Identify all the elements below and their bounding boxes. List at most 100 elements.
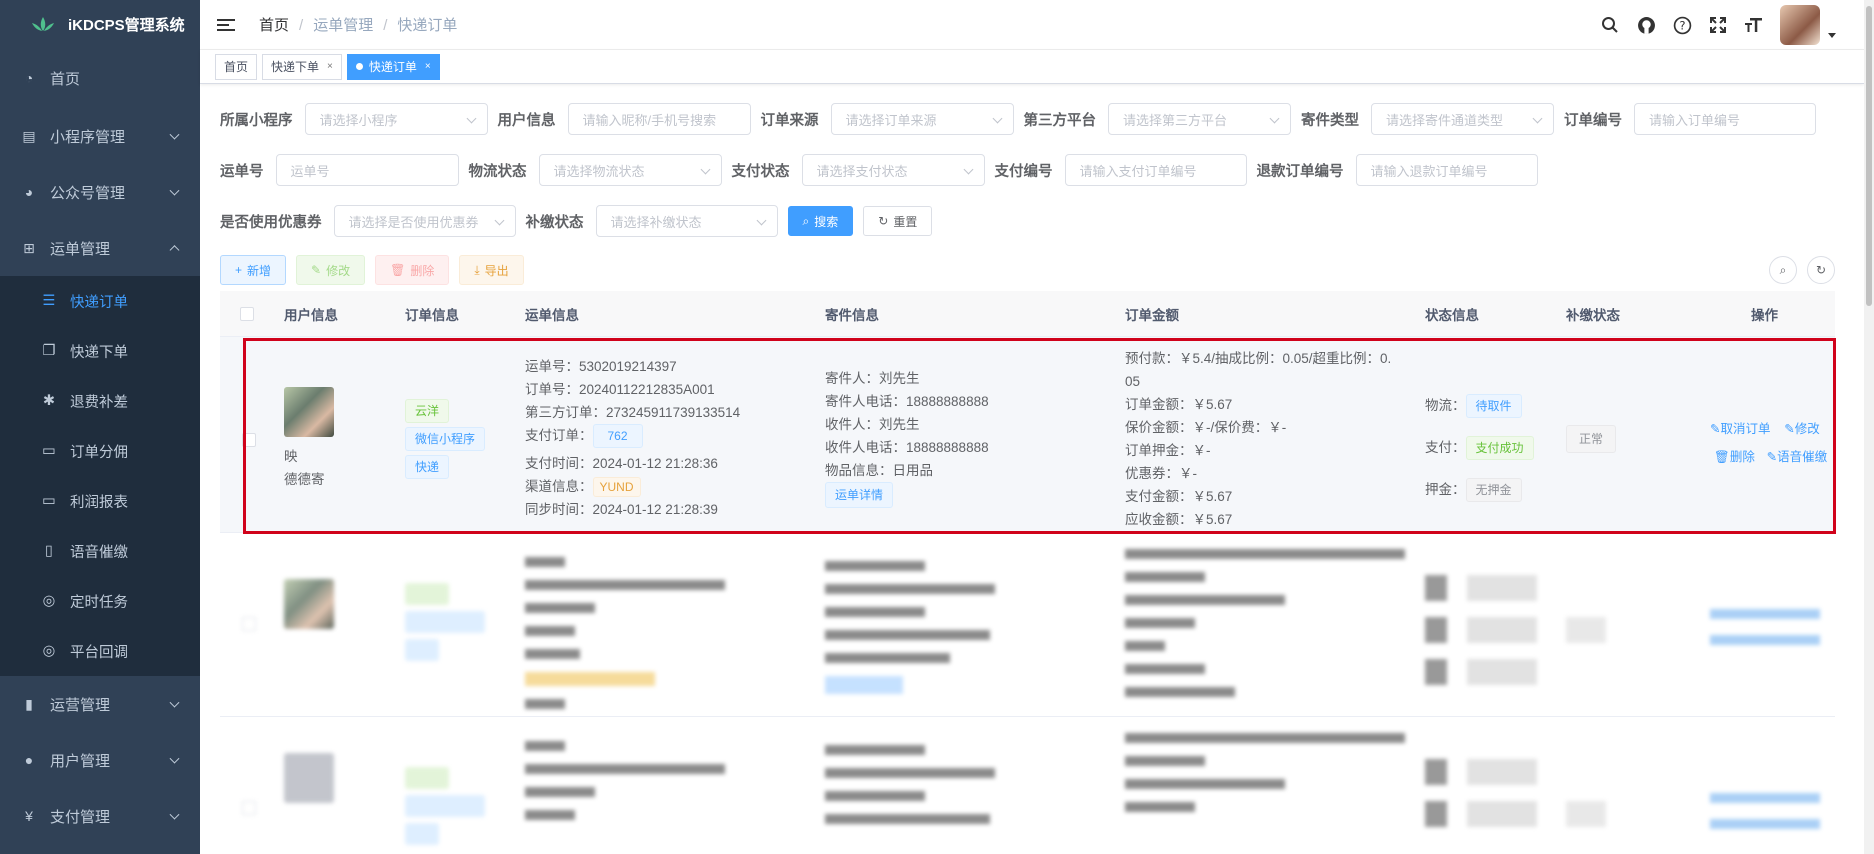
cancel-order-link[interactable]: ✎取消订单 [1710,422,1771,436]
sidebar-item-miniprogram[interactable]: ▤ 小程序管理 [0,108,200,164]
user-avatar[interactable] [1780,5,1820,45]
edit-button[interactable]: ✎ 修改 [296,255,366,285]
delete-button[interactable]: 🗑 删除 [375,255,450,285]
wechat-icon: ◕ [24,184,34,200]
supplement-select[interactable]: 请选择补缴状态 [595,205,778,237]
supplement-status: 正常 [1566,425,1617,453]
edit-order-link[interactable]: ✎修改 [1784,422,1820,436]
select-all-checkbox[interactable] [240,307,254,321]
sidebar: iKDCPS管理系统 ◔ 首页 ▤ 小程序管理 ◕ 公众号管理 ⊞ 运单管理 ☰… [0,0,200,854]
toggle-search-button[interactable]: ⌕ [1769,256,1797,284]
filter-label: 订单来源 [760,112,819,129]
table-row[interactable] [220,537,1835,717]
waybill-input[interactable]: 运单号 [275,154,459,186]
row-checkbox[interactable] [242,801,256,815]
refresh-button[interactable]: ↻ [1807,256,1835,284]
refund-no-input[interactable]: 请输入退款订单编号 [1355,154,1538,186]
breadcrumb-home[interactable]: 首页 [259,17,289,34]
search-button[interactable]: ⌕ 搜索 [787,206,854,236]
fullscreen-icon[interactable] [1708,15,1728,35]
filter-label: 退款订单编号 [1256,163,1344,180]
breadcrumb-waybill[interactable]: 运单管理 [313,17,373,34]
sidebar-item-callback[interactable]: ◎ 平台回调 [0,626,200,676]
filter-label: 支付编号 [994,163,1053,180]
filter-label: 支付状态 [731,163,790,180]
placeholder-waybill [525,735,725,833]
send-type-select[interactable]: 请选择寄件通道类型 [1371,103,1554,135]
sidebar-item-waybill[interactable]: ⊞ 运单管理 [0,220,200,276]
order-info: 云洋 微信小程序 快递 [405,397,486,481]
type-tag: 快递 [405,455,450,479]
sidebar-item-payment[interactable]: ¥ 支付管理 [0,788,200,844]
filter-label: 补缴状态 [525,214,584,231]
app-logo[interactable]: iKDCPS管理系统 [0,0,200,48]
row-checkbox[interactable] [242,433,256,447]
platform-select[interactable]: 请选择第三方平台 [1108,103,1291,135]
github-icon[interactable] [1636,15,1656,35]
sidebar-item-label: 快递下单 [70,344,128,361]
sidebar-item-commission[interactable]: ▭ 订单分佣 [0,426,200,476]
scrollbar-thumb[interactable] [1866,6,1872,306]
toolbar: + 新增 ✎ 修改 🗑 删除 ⤓ 导出 [220,255,534,285]
delete-order-link[interactable]: 🗑删除 [1714,450,1755,464]
font-size-icon[interactable] [1744,15,1764,35]
sidebar-item-label: 快递订单 [70,294,128,311]
sidebar-item-express-create[interactable]: ❐ 快递下单 [0,326,200,376]
sidebar-item-timer[interactable]: ◎ 定时任务 [0,576,200,626]
user-search-input[interactable]: 请输入昵称/手机号搜索 [567,103,751,135]
search-icon: ⌕ [1779,262,1787,277]
table-row[interactable]: 映 德德寄 云洋 微信小程序 快递 运单号：5302019214397 订单号：… [220,337,1835,533]
column-header: 运单信息 [525,307,579,323]
table-row[interactable] [220,721,1835,854]
logistics-select[interactable]: 请选择物流状态 [538,154,722,186]
filter-label: 是否使用优惠券 [220,214,322,231]
close-icon[interactable]: × [327,61,333,72]
voice-reminder-link[interactable]: ✎语音催缴 [1767,450,1828,464]
waybill-detail-button[interactable]: 运单详情 [825,482,894,508]
question-icon[interactable]: ? [1672,15,1692,35]
sidebar-item-label: 利润报表 [70,494,128,511]
sidebar-item-profit[interactable]: ▭ 利润报表 [0,476,200,526]
order-no-input[interactable]: 请输入订单编号 [1634,103,1816,135]
filter-label: 所属小程序 [220,112,293,129]
active-dot-icon [355,63,363,70]
export-button[interactable]: ⤓ 导出 [459,255,524,285]
page-scrollbar[interactable] [1864,0,1874,854]
sidebar-item-home[interactable]: ◔ 首页 [0,48,200,108]
sidebar-item-refund[interactable]: ✱ 退费补差 [0,376,200,426]
add-button[interactable]: + 新增 [220,255,287,285]
tag-express-create[interactable]: 快递下单 × [262,53,342,80]
column-header: 用户信息 [284,307,338,323]
reset-button[interactable]: ↻ 重置 [863,206,933,236]
row-checkbox[interactable] [242,617,256,631]
sidebar-item-label: 用户管理 [50,752,111,770]
source-select[interactable]: 请选择订单来源 [830,103,1014,135]
tag-express-orders[interactable]: 快递订单 × [346,53,440,80]
sidebar-item-express-orders[interactable]: ☰ 快递订单 [0,276,200,326]
search-icon[interactable] [1600,15,1620,35]
miniprogram-select[interactable]: 请选择小程序 [304,103,488,135]
edit-icon: ✎ [1710,422,1721,436]
sidebar-item-wechat[interactable]: ◕ 公众号管理 [0,164,200,220]
pay-status-select[interactable]: 请选择支付状态 [801,154,985,186]
edit-icon: ✎ [1766,450,1778,464]
pay-no-input[interactable]: 请输入支付订单编号 [1064,154,1247,186]
sidebar-item-users[interactable]: ● 用户管理 [0,732,200,788]
chevron-down-icon [169,185,180,196]
sidebar-item-voice[interactable]: ▯ 语音催缴 [0,526,200,576]
status-info: 物流： 待取件 支付： 支付成功 押金： 无押金 [1425,385,1534,511]
close-icon[interactable]: × [425,61,431,72]
caret-down-icon[interactable] [1828,32,1836,38]
user-avatar [284,753,334,803]
chevron-up-icon [169,245,180,256]
miniprogram-icon: ▤ [22,127,36,144]
placeholder-tags [405,767,485,845]
yen-icon: ¥ [25,808,33,824]
waybill-submenu: ☰ 快递订单 ❐ 快递下单 ✱ 退费补差 ▭ 订单分佣 ▭ 利润报表 ▯ 语音催… [0,276,200,676]
sidebar-item-label: 首页 [50,70,81,88]
tag-home[interactable]: 首页 [215,53,258,80]
sidebar-item-operation[interactable]: ▮ 运营管理 [0,676,200,732]
coupon-select[interactable]: 请选择是否使用优惠券 [333,205,516,237]
hamburger-icon[interactable] [217,16,235,34]
pay-order-tag: 762 [592,424,643,448]
